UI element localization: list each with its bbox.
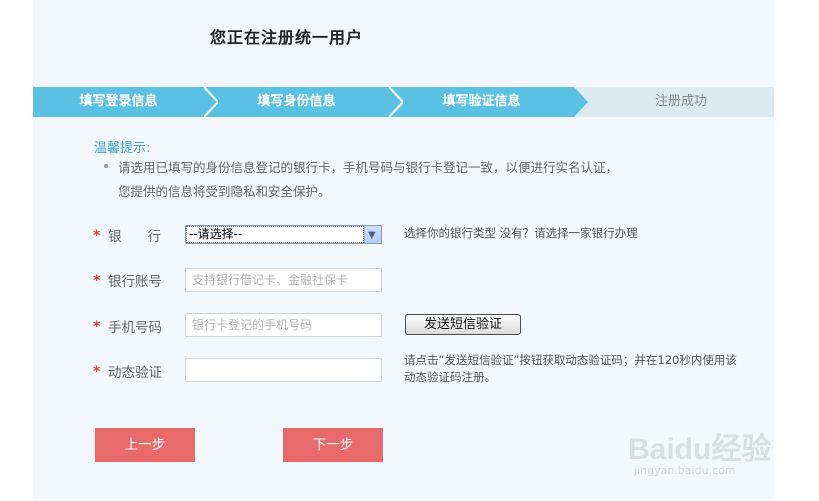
step-arrow-icon — [574, 87, 588, 117]
dropdown-arrow-button[interactable]: ▼ — [364, 226, 381, 243]
bank-hint: 选择你的银行类型 没有？请选择一家银行办理 — [404, 226, 638, 240]
bank-account-placeholder: 支持银行借记卡、金融社保卡 — [192, 273, 349, 287]
step-label: 填写验证信息 — [442, 94, 521, 109]
chevron-down-icon: ▼ — [368, 230, 376, 241]
tips-title: 温馨提示: — [94, 141, 151, 156]
step-fill-login-info: 填写登录信息 — [33, 87, 218, 117]
bank-label: 银行 — [108, 229, 187, 245]
account-label: 银行账号 — [108, 274, 162, 290]
watermark-logo-text: Baidu经验 — [628, 433, 772, 466]
required-mark: * — [93, 273, 101, 289]
code-hint-line-1: 请点击“发送短信验证”按钮获取动态验证码；并在120秒内使用该 — [404, 353, 737, 367]
bank-select[interactable]: --请选择-- ▼ — [185, 225, 382, 244]
step-label: 填写登录信息 — [79, 94, 158, 109]
phone-input[interactable]: 银行卡登记的手机号码 — [185, 313, 382, 337]
page-title: 您正在注册统一用户 — [210, 28, 364, 47]
code-hint: 请点击“发送短信验证”按钮获取动态验证码；并在120秒内使用该 动态验证码注册。 — [404, 352, 737, 386]
tips-text-line-2: 您提供的信息将受到隐私和安全保护。 — [118, 184, 331, 199]
step-fill-identity-info: 填写身份信息 — [204, 87, 403, 117]
verification-code-input[interactable] — [185, 358, 382, 382]
required-mark: * — [93, 319, 101, 335]
required-mark: * — [93, 228, 101, 244]
required-mark: * — [93, 364, 101, 380]
tips-text-line-1: 请选用已填写的身份信息登记的银行卡，手机号码与银行卡登记一致，以便进行实名认证， — [118, 160, 619, 175]
bullet-icon — [104, 164, 108, 168]
step-arrow-icon — [204, 87, 218, 117]
code-label: 动态验证 — [108, 365, 162, 381]
step-arrow-icon — [389, 87, 403, 117]
step-label: 注册成功 — [654, 94, 707, 109]
progress-steps: 填写登录信息 填写身份信息 填写验证信息 注册成功 — [33, 87, 774, 117]
next-step-button[interactable]: 下一步 — [283, 428, 383, 462]
bank-select-value: --请选择-- — [189, 227, 243, 241]
step-label: 填写身份信息 — [257, 94, 336, 109]
phone-placeholder: 银行卡登记的手机号码 — [192, 318, 313, 332]
bank-account-input[interactable]: 支持银行借记卡、金融社保卡 — [185, 268, 382, 292]
watermark-url: jingyan.baidu.com — [634, 464, 736, 477]
step-registration-success: 注册成功 — [588, 87, 774, 117]
previous-step-button[interactable]: 上一步 — [95, 428, 195, 462]
send-sms-button[interactable]: 发送短信验证 — [405, 314, 521, 335]
step-fill-verification-info: 填写验证信息 — [389, 87, 588, 117]
code-hint-line-2: 动态验证码注册。 — [404, 370, 496, 384]
phone-label: 手机号码 — [108, 320, 162, 336]
